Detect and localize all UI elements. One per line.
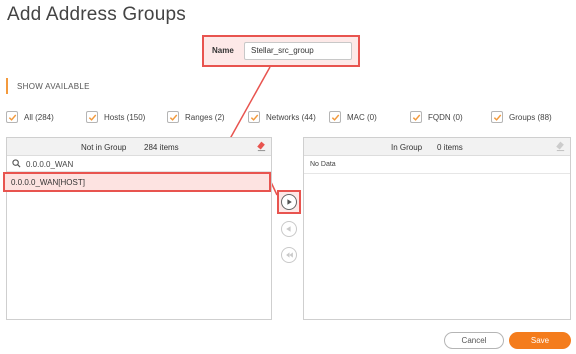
cancel-button[interactable]: Cancel	[444, 332, 504, 349]
not-in-group-panel: Not in Group 284 items 0.0.0.0_WAN 0.0.0…	[3, 137, 272, 320]
eraser-icon[interactable]	[256, 141, 267, 154]
add-to-group-highlight	[277, 190, 301, 214]
empty-state: No Data	[304, 156, 570, 174]
search-icon	[12, 159, 21, 170]
filter-label: All (284)	[24, 112, 54, 122]
in-group-panel: In Group 0 items No Data	[303, 137, 571, 320]
filter-mac[interactable]: MAC (0)	[329, 110, 377, 124]
name-label: Name	[212, 46, 234, 55]
name-field-highlight: Name Stellar_src_group	[202, 35, 360, 67]
filter-label: Groups (88)	[509, 112, 552, 122]
name-input[interactable]: Stellar_src_group	[244, 42, 352, 60]
play-left-icon	[286, 226, 291, 232]
checkbox-icon[interactable]	[86, 111, 98, 123]
filter-label: FQDN (0)	[428, 112, 463, 122]
add-to-group-button[interactable]	[281, 194, 297, 210]
checkbox-icon[interactable]	[6, 111, 18, 123]
filter-label: Networks (44)	[266, 112, 316, 122]
remove-from-group-button[interactable]	[281, 221, 297, 237]
dialog-title: Add Address Groups	[7, 4, 186, 25]
checkbox-icon[interactable]	[329, 111, 341, 123]
not-in-group-title: Not in Group	[81, 143, 127, 152]
filter-groups[interactable]: Groups (88)	[491, 110, 552, 124]
eraser-icon[interactable]	[555, 141, 566, 154]
remove-all-button[interactable]	[281, 247, 297, 263]
checkbox-icon[interactable]	[167, 111, 179, 123]
empty-state-text: No Data	[310, 161, 336, 168]
show-available-accent	[6, 78, 8, 94]
checkbox-icon[interactable]	[491, 111, 503, 123]
filter-label: Ranges (2)	[185, 112, 225, 122]
play-right-icon	[287, 199, 292, 205]
filter-label: Hosts (150)	[104, 112, 146, 122]
filter-label: MAC (0)	[347, 112, 377, 122]
in-group-title: In Group	[391, 143, 423, 152]
not-in-group-count: 284 items	[144, 143, 179, 152]
filter-ranges[interactable]: Ranges (2)	[167, 110, 225, 124]
filter-hosts[interactable]: Hosts (150)	[86, 110, 145, 124]
show-available-toggle[interactable]: SHOW AVAILABLE	[17, 82, 90, 91]
filter-fqdn[interactable]: FQDN (0)	[410, 110, 463, 124]
filter-networks[interactable]: Networks (44)	[248, 110, 316, 124]
filter-all[interactable]: All (284)	[6, 110, 54, 124]
in-group-header: In Group 0 items	[304, 138, 570, 156]
double-left-icon	[285, 252, 293, 258]
not-in-group-header: Not in Group 284 items	[7, 138, 271, 156]
list-item[interactable]: 0.0.0.0_WAN[HOST]	[3, 172, 271, 192]
search-input[interactable]: 0.0.0.0_WAN	[26, 160, 73, 169]
in-group-count: 0 items	[437, 143, 463, 152]
save-button[interactable]: Save	[509, 332, 571, 349]
not-in-group-search[interactable]: 0.0.0.0_WAN	[7, 156, 271, 172]
checkbox-icon[interactable]	[248, 111, 260, 123]
list-item-label: 0.0.0.0_WAN[HOST]	[11, 178, 85, 187]
checkbox-icon[interactable]	[410, 111, 422, 123]
